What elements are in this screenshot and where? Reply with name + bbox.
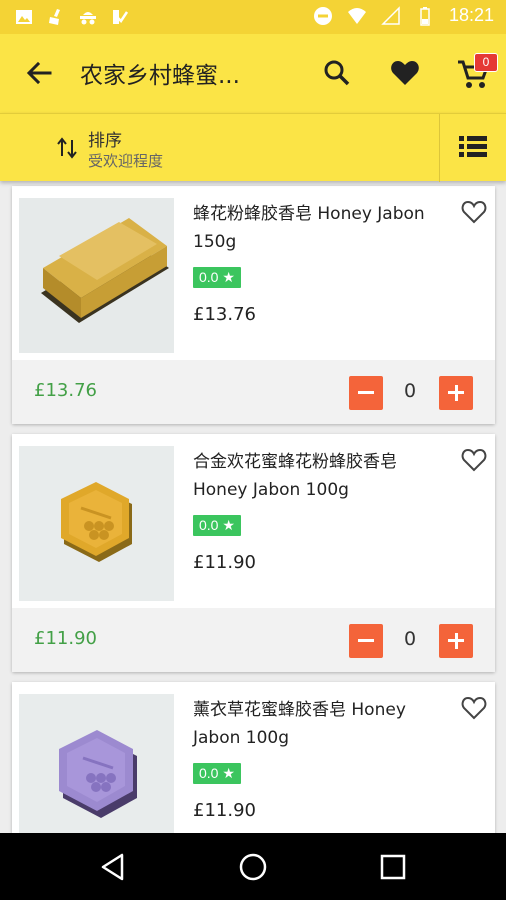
- hat-icon: [80, 12, 96, 25]
- product-name[interactable]: 薰衣草花蜜蜂胶香皂 Honey Jabon 100g: [193, 696, 443, 752]
- product-name[interactable]: 合金欢花蜜蜂花粉蜂胶香皂 Honey Jabon 100g: [193, 448, 443, 504]
- navigation-bar: [0, 833, 506, 900]
- quantity-value: 0: [403, 628, 417, 650]
- cart-count-badge: 0: [474, 53, 498, 72]
- product-price: £11.90: [193, 800, 256, 821]
- heart-outline-icon[interactable]: [460, 446, 488, 474]
- heart-outline-icon[interactable]: [460, 198, 488, 226]
- minus-circle-icon: [313, 6, 332, 25]
- signal-icon: [381, 5, 400, 25]
- status-bar: 18:21: [0, 0, 506, 34]
- sort-bar: 排序 受欢迎程度: [0, 113, 506, 182]
- back-nav-icon[interactable]: [96, 850, 130, 884]
- increase-quantity-button[interactable]: [439, 376, 473, 410]
- wifi-icon: [347, 7, 366, 24]
- rating-badge: 0.0 ★: [193, 515, 241, 536]
- favorites-heart-icon[interactable]: [388, 56, 422, 90]
- product-image[interactable]: [19, 446, 174, 601]
- sort-button[interactable]: 排序 受欢迎程度: [40, 114, 420, 182]
- cleaner-icon: [49, 9, 60, 25]
- sort-divider: [439, 114, 440, 182]
- product-card-footer: £13.76 0: [12, 360, 495, 424]
- product-image[interactable]: [19, 198, 174, 353]
- check-icon: [113, 10, 129, 24]
- product-list[interactable]: 蜂花粉蜂胶香皂 Honey Jabon 150g 0.0 ★ £13.76 £1…: [0, 181, 506, 833]
- increase-quantity-button[interactable]: [439, 624, 473, 658]
- status-left-icons: [14, 7, 130, 27]
- battery-icon: [420, 6, 430, 26]
- product-card-footer: £11.90 0: [12, 608, 495, 672]
- subtotal-price: £13.76: [34, 380, 97, 401]
- back-arrow-icon[interactable]: [22, 56, 56, 90]
- recents-nav-icon[interactable]: [376, 850, 410, 884]
- product-card[interactable]: 薰衣草花蜜蜂胶香皂 Honey Jabon 100g 0.0 ★ £11.90: [12, 682, 495, 833]
- page-title: 农家乡村蜂蜜...: [80, 63, 240, 89]
- rating-badge: 0.0 ★: [193, 267, 241, 288]
- subtotal-price: £11.90: [34, 628, 97, 649]
- clock-time: 18:21: [448, 5, 494, 25]
- product-name[interactable]: 蜂花粉蜂胶香皂 Honey Jabon 150g: [193, 200, 443, 256]
- product-price: £13.76: [193, 304, 256, 325]
- product-card[interactable]: 合金欢花蜜蜂花粉蜂胶香皂 Honey Jabon 100g 0.0 ★ £11.…: [12, 434, 495, 672]
- product-card-top[interactable]: 蜂花粉蜂胶香皂 Honey Jabon 150g 0.0 ★ £13.76: [12, 186, 495, 360]
- decrease-quantity-button[interactable]: [349, 624, 383, 658]
- product-price: £11.90: [193, 552, 256, 573]
- product-card-top[interactable]: 合金欢花蜜蜂花粉蜂胶香皂 Honey Jabon 100g 0.0 ★ £11.…: [12, 434, 495, 608]
- search-icon[interactable]: [320, 56, 354, 90]
- product-image[interactable]: [19, 694, 174, 833]
- app-bar: 农家乡村蜂蜜...: [0, 34, 506, 113]
- quantity-value: 0: [403, 380, 417, 402]
- image-icon: [16, 10, 32, 24]
- heart-outline-icon[interactable]: [460, 694, 488, 722]
- product-card[interactable]: 蜂花粉蜂胶香皂 Honey Jabon 150g 0.0 ★ £13.76 £1…: [12, 186, 495, 424]
- sort-label: 排序: [88, 131, 122, 151]
- status-right-icons: 18:21: [313, 5, 494, 26]
- home-nav-icon[interactable]: [236, 850, 270, 884]
- decrease-quantity-button[interactable]: [349, 376, 383, 410]
- product-card-top[interactable]: 薰衣草花蜜蜂胶香皂 Honey Jabon 100g 0.0 ★ £11.90: [12, 682, 495, 833]
- sort-arrows-icon: [57, 137, 77, 159]
- sort-value: 受欢迎程度: [88, 152, 164, 170]
- rating-badge: 0.0 ★: [193, 763, 241, 784]
- list-view-icon[interactable]: [458, 134, 488, 160]
